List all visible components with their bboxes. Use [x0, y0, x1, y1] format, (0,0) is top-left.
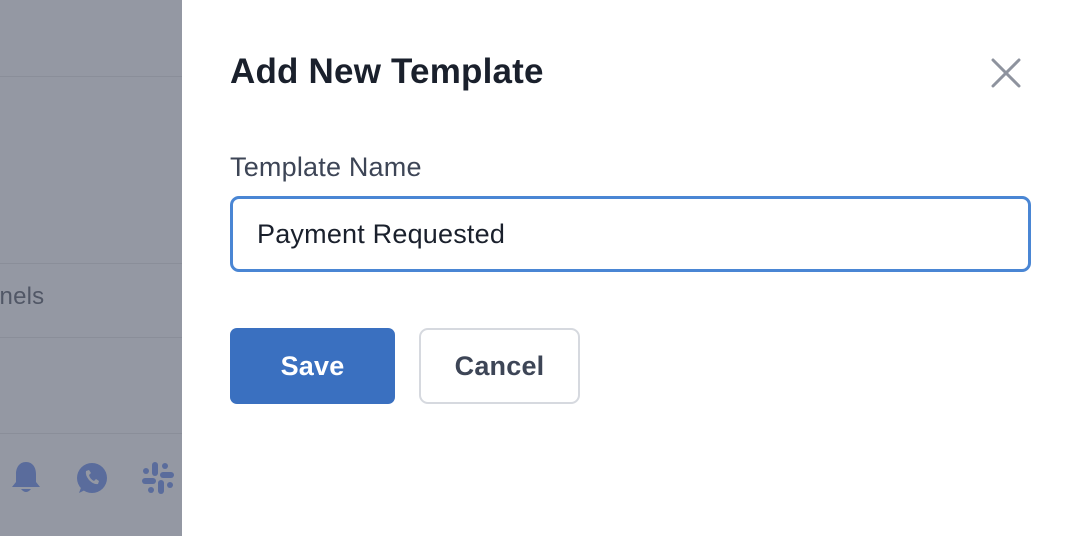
- add-template-panel: Add New Template Template Name Save Canc…: [182, 0, 1066, 536]
- bell-icon: [8, 458, 44, 498]
- page-backdrop-overlay[interactable]: nnels: [0, 0, 182, 536]
- backdrop-section-label: nnels: [0, 283, 45, 310]
- save-button[interactable]: Save: [230, 328, 395, 404]
- divider: [0, 337, 182, 338]
- close-button[interactable]: [988, 55, 1024, 91]
- slack-icon: [140, 458, 176, 498]
- panel-title: Add New Template: [230, 52, 544, 91]
- template-name-input[interactable]: [230, 196, 1031, 272]
- whatsapp-icon: [74, 458, 110, 498]
- cancel-button[interactable]: Cancel: [419, 328, 580, 404]
- template-name-label: Template Name: [230, 152, 422, 182]
- divider: [0, 433, 182, 434]
- close-icon: [991, 58, 1021, 88]
- divider: [0, 263, 182, 264]
- divider: [0, 76, 182, 77]
